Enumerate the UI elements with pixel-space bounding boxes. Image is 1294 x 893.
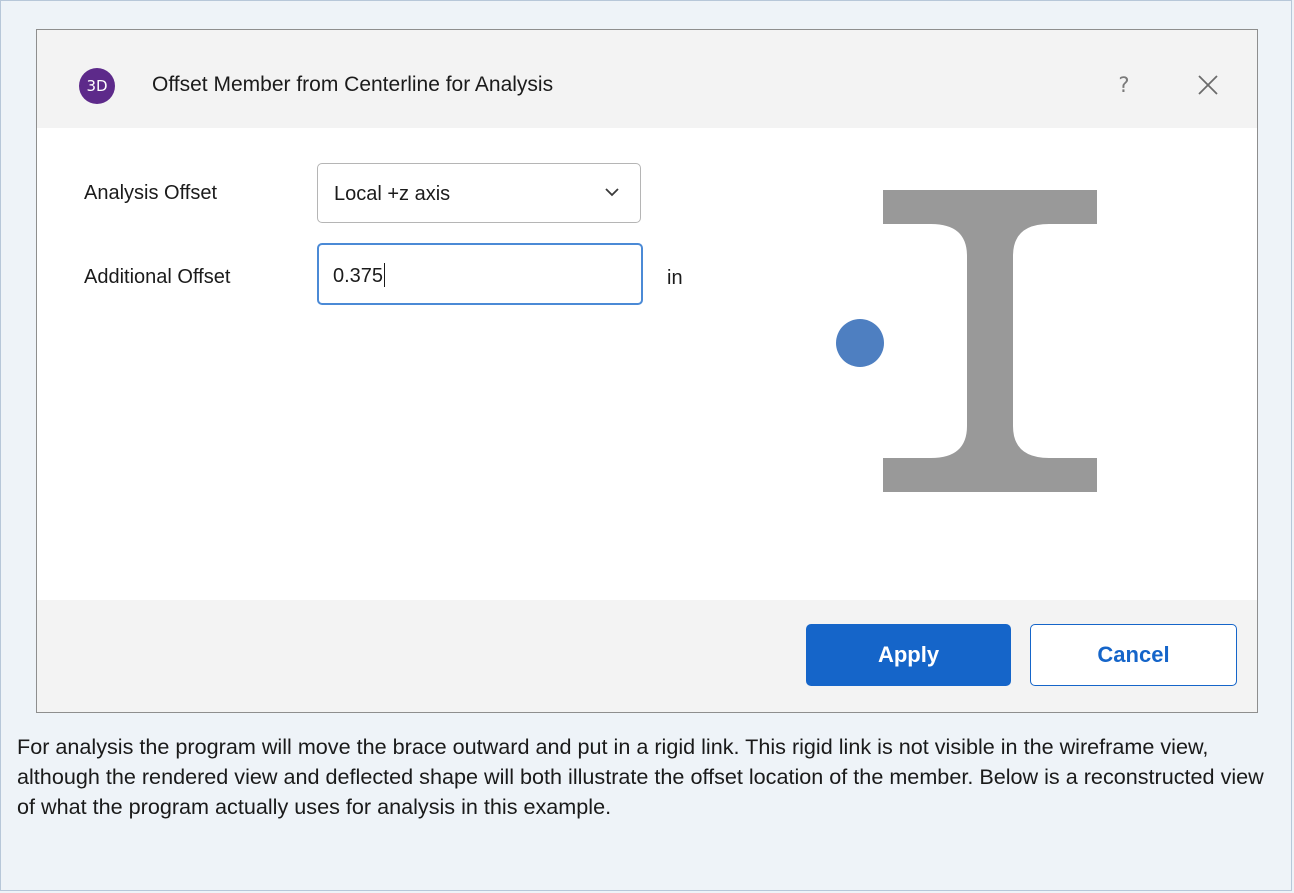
chevron-down-icon bbox=[605, 188, 619, 197]
section-diagram bbox=[836, 190, 1097, 492]
analysis-offset-value: Local +z axis bbox=[334, 183, 451, 205]
close-button[interactable] bbox=[1195, 72, 1221, 98]
close-icon bbox=[1198, 75, 1218, 95]
additional-offset-value-wrap: 0.375 bbox=[333, 263, 386, 288]
cancel-button[interactable]: Cancel bbox=[1030, 624, 1237, 686]
analysis-offset-dropdown[interactable]: Local +z axis bbox=[317, 163, 641, 223]
text-caret bbox=[384, 263, 386, 287]
additional-offset-input[interactable]: 0.375 bbox=[317, 243, 643, 305]
analysis-offset-label: Analysis Offset bbox=[84, 182, 218, 204]
dialog-titlebar: 3D Offset Member from Centerline for Ana… bbox=[37, 30, 1257, 128]
dialog-title: Offset Member from Centerline for Analys… bbox=[152, 73, 554, 96]
explanation-caption: For analysis the program will move the b… bbox=[17, 734, 1264, 819]
help-button[interactable]: ? bbox=[1112, 70, 1136, 100]
i-beam-section-icon bbox=[883, 190, 1097, 492]
offset-member-dialog: 3D Offset Member from Centerline for Ana… bbox=[36, 29, 1258, 713]
app-logo-icon: 3D bbox=[79, 68, 115, 104]
additional-offset-value: 0.375 bbox=[333, 265, 384, 287]
additional-offset-unit: in bbox=[667, 267, 683, 289]
offset-point-icon bbox=[836, 319, 884, 367]
apply-button[interactable]: Apply bbox=[806, 624, 1011, 686]
additional-offset-label: Additional Offset bbox=[84, 266, 231, 288]
